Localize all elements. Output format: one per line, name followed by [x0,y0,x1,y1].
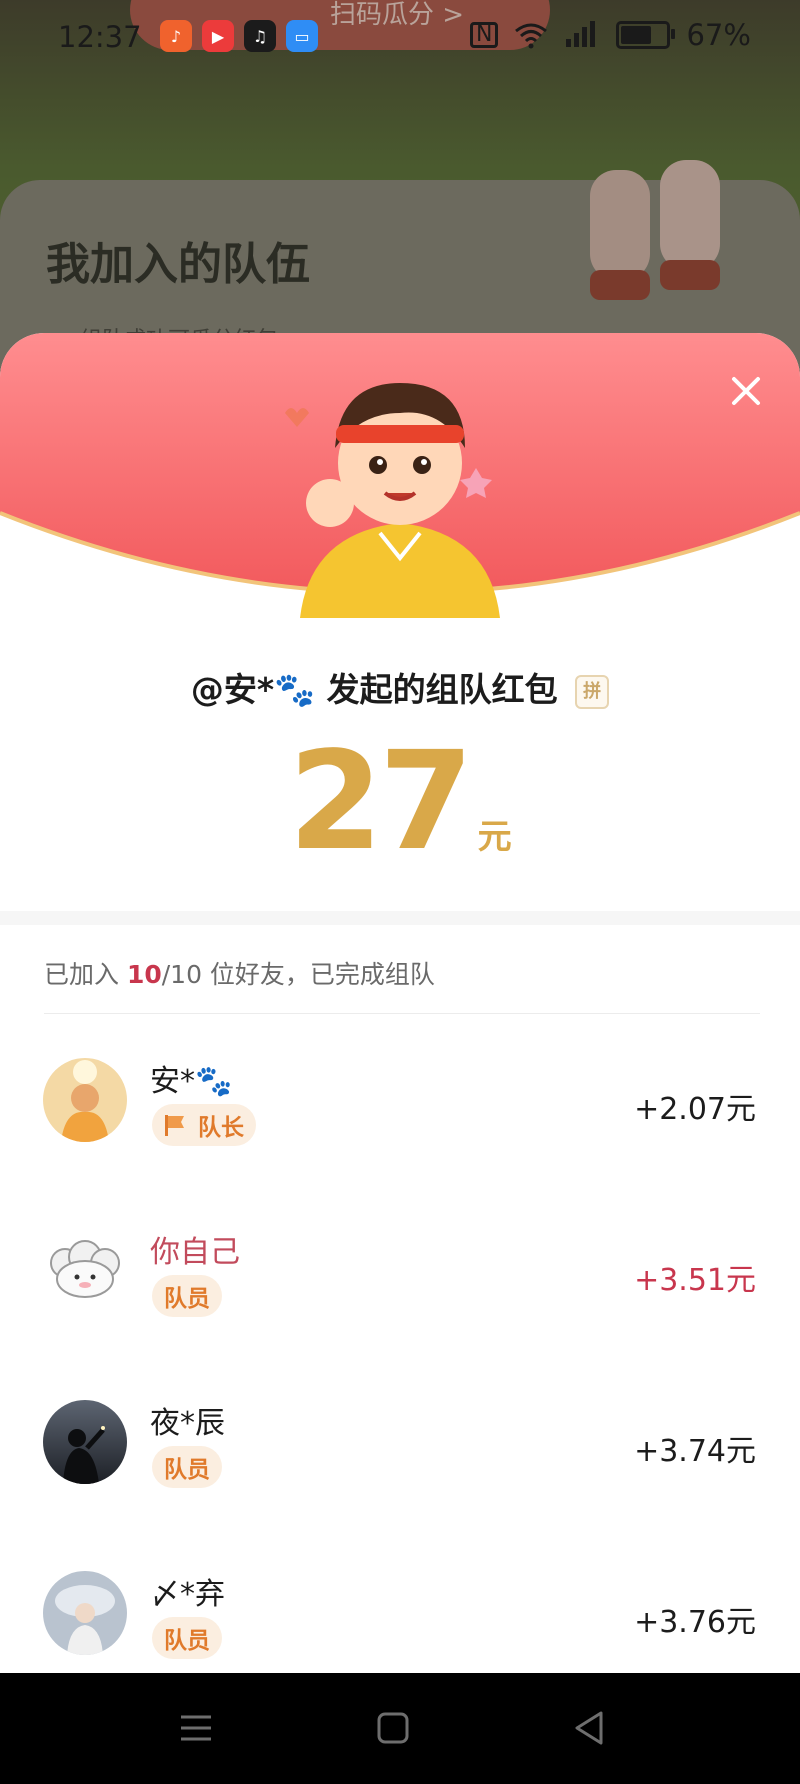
role-label: 队员 [164,1286,210,1312]
team-summary: 已加入 10/10 位好友，已完成组队 [44,955,435,991]
packet-headline: @安*🐾 发起的组队红包 拼 [0,663,800,711]
battery-icon [616,21,676,49]
pin-tag-badge: 拼 [575,674,610,709]
packet-amount-value: 27 [288,723,473,881]
summary-divider [44,1013,760,1014]
avatar [43,1058,127,1142]
summary-joined-count: 10 [126,960,162,989]
role-label: 队员 [164,1628,210,1654]
role-label: 队员 [164,1457,210,1483]
member-name: 夜*辰 [150,1406,225,1441]
summary-suffix: 位好友，已完成组队 [201,960,435,989]
battery-percent: 67% [686,18,751,52]
section-divider [0,911,800,925]
member-row[interactable]: 安*🐾 队长 +2.07元 [0,1058,800,1228]
notification-icons: ♪ ▶ ♫ ▭ [160,20,318,52]
member-name: 安*🐾 [150,1064,233,1099]
video-app-icon: ▶ [202,20,234,52]
avatar [43,1229,127,1313]
member-amount: +3.74元 [634,1434,756,1469]
member-name: 你自己 [150,1235,240,1270]
team-red-packet-sheet: @安*🐾 发起的组队红包 拼 27 元 已加入 10/10 位好友，已完成组队 安… [0,333,800,1673]
avatar [43,1400,127,1484]
signal-icon [566,21,596,47]
wifi-icon [515,23,548,49]
menu-icon[interactable] [171,1703,221,1753]
back-icon[interactable] [565,1703,615,1753]
member-row[interactable]: 夜*辰 队员 +3.74元 [0,1400,800,1570]
role-label: 队长 [198,1115,244,1141]
close-icon[interactable] [726,371,766,411]
system-indicators: N 67% [470,18,751,52]
member-amount: +3.51元 [634,1263,756,1298]
avatar [43,1571,127,1655]
home-icon[interactable] [368,1703,418,1753]
member-row[interactable]: 你自己 队员 +3.51元 [0,1229,800,1399]
summary-prefix: 已加入 [44,960,127,989]
packet-amount-unit: 元 [477,817,512,857]
role-badge: 队员 [152,1446,222,1488]
files-app-icon: ▭ [286,20,318,52]
system-navigation-bar [0,1673,800,1784]
role-badge: 队员 [152,1275,222,1317]
member-amount: +2.07元 [634,1092,756,1127]
member-name: 〆*弃 [150,1577,225,1612]
status-bar: 12:37 ♪ ▶ ♫ ▭ N 67% [0,0,800,72]
role-badge: 队员 [152,1617,222,1659]
nfc-icon: N [470,22,499,48]
flag-icon [165,1115,184,1136]
role-badge: 队长 [152,1104,256,1146]
background-card-title: 我加入的队伍 [46,239,310,290]
member-amount: +3.76元 [634,1605,756,1640]
tiktok-app-icon: ♫ [244,20,276,52]
clapping-hands-illustration [590,160,720,300]
battery-level-fill [621,26,651,44]
packet-amount: 27 元 [0,723,800,881]
boy-mascot-illustration [285,383,500,618]
summary-total-count: /10 [161,960,202,989]
member-row[interactable]: 〆*弃 队员 +3.76元 [0,1571,800,1673]
status-time: 12:37 [58,20,142,54]
packet-headline-text: @安*🐾 发起的组队红包 [190,670,558,709]
kuaishou-app-icon: ♪ [160,20,192,52]
